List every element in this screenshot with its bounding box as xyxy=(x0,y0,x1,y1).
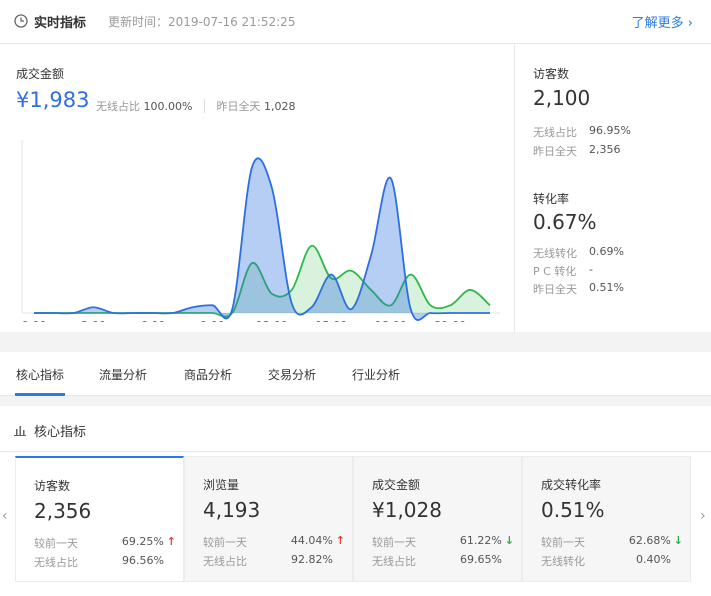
row-label: 无线转化 xyxy=(533,247,577,260)
row-label: 较前一天 xyxy=(34,537,78,550)
tab-traffic[interactable]: 流量分析 xyxy=(99,366,147,383)
row-label: 较前一天 xyxy=(203,536,247,549)
prev-arrow-icon[interactable]: ‹ xyxy=(2,508,8,524)
learn-more-link[interactable]: 了解更多 › xyxy=(632,12,693,31)
realtime-panel: 实时指标 更新时间：2019-07-16 21:52:25 了解更多 › 成交金… xyxy=(0,0,711,332)
card-label: 访客数 xyxy=(34,479,71,493)
x-tick-label: 9:00 xyxy=(200,319,225,322)
yesterday-label: 昨日全天 xyxy=(216,100,261,113)
row-label: 无线占比 xyxy=(203,555,247,568)
row-value: 0.40% xyxy=(636,553,671,566)
row-value: 0.69% xyxy=(589,245,624,258)
row-label: 昨日全天 xyxy=(533,145,577,158)
arrow-up-icon: ↑ xyxy=(166,535,176,548)
yesterday-value: 1,028 xyxy=(263,100,296,113)
clock-icon xyxy=(14,14,28,28)
row-label: 较前一天 xyxy=(541,536,585,549)
visitors-label: 访客数 xyxy=(533,67,570,81)
x-tick-label: 6:00 xyxy=(141,319,166,322)
metric-card-gmv[interactable]: 成交金额 ¥1,028 较前一天 61.22% ↓ 无线占比 69.65% xyxy=(353,456,522,582)
conversion-row: P C 转化 - xyxy=(533,263,703,279)
row-value: 2,356 xyxy=(589,143,621,156)
card-row: 较前一天 69.25% ↑ xyxy=(34,535,176,551)
arrow-up-icon: ↑ xyxy=(335,534,345,547)
row-label: 无线占比 xyxy=(34,556,78,569)
card-row: 较前一天 62.68% ↓ xyxy=(541,534,683,550)
x-tick-label: 21:00 xyxy=(434,319,466,322)
core-header: 核心指标 xyxy=(0,406,711,452)
row-value: 62.68% ↓ xyxy=(628,534,683,547)
card-row: 无线占比 69.65% xyxy=(372,553,514,569)
analysis-tabs: 核心指标 流量分析 商品分析 交易分析 行业分析 xyxy=(0,352,711,396)
row-value: 0.51% xyxy=(589,281,624,294)
card-value: ¥1,028 xyxy=(372,498,442,522)
x-tick-label: 0:00 xyxy=(22,319,47,322)
bar-chart-icon xyxy=(14,426,26,436)
card-label: 成交金额 xyxy=(372,478,421,492)
row-value: 69.65% xyxy=(460,553,502,566)
metric-card-visitors[interactable]: 访客数 2,356 较前一天 69.25% ↑ 无线占比 96.56% xyxy=(15,456,184,582)
card-value: 0.51% xyxy=(541,498,605,522)
core-title: 核心指标 xyxy=(34,425,87,440)
conversion-row: 无线转化 0.69% xyxy=(533,245,703,261)
conversion-row: 昨日全天 0.51% xyxy=(533,281,703,297)
row-value: 61.22% ↓ xyxy=(459,534,514,547)
tab-product[interactable]: 商品分析 xyxy=(184,366,232,383)
arrow-down-icon: ↓ xyxy=(504,534,514,547)
row-value: 96.56% xyxy=(122,554,164,567)
gmv-label: 成交金额 xyxy=(16,67,65,81)
next-arrow-icon[interactable]: › xyxy=(700,508,706,524)
metric-card-pageviews[interactable]: 浏览量 4,193 较前一天 44.04% ↑ 无线占比 92.82% xyxy=(184,456,353,582)
gmv-section: 成交金额 ¥1,983 无线占比 100.00% 昨日全天 1,028 0:00… xyxy=(0,44,514,332)
gmv-meta: 无线占比 100.00% 昨日全天 1,028 xyxy=(96,98,295,114)
metric-card-conversion[interactable]: 成交转化率 0.51% 较前一天 62.68% ↓ 无线转化 0.40% xyxy=(522,456,691,582)
x-tick-label: 3:00 xyxy=(81,319,106,322)
right-metrics: 访客数 2,100 无线占比 96.95% 昨日全天 2,356 转化率 0.6… xyxy=(514,44,711,332)
card-row: 无线转化 0.40% xyxy=(541,553,683,569)
row-value: - xyxy=(589,263,593,276)
row-label: 无线转化 xyxy=(541,555,585,568)
card-row: 较前一天 61.22% ↓ xyxy=(372,534,514,550)
visitors-row: 昨日全天 2,356 xyxy=(533,143,703,159)
card-row: 无线占比 92.82% xyxy=(203,553,345,569)
row-label: 较前一天 xyxy=(372,536,416,549)
x-tick-label: 18:00 xyxy=(375,319,407,322)
card-value: 2,356 xyxy=(34,499,92,523)
card-row: 无线占比 96.56% xyxy=(34,554,176,570)
row-value: 44.04% ↑ xyxy=(290,534,345,547)
row-label: 昨日全天 xyxy=(533,283,577,296)
row-value: 96.95% xyxy=(589,124,631,137)
update-time: 更新时间：2019-07-16 21:52:25 xyxy=(108,15,296,29)
tab-trade[interactable]: 交易分析 xyxy=(268,366,316,383)
realtime-title: 实时指标 xyxy=(34,16,87,31)
card-label: 浏览量 xyxy=(203,478,240,492)
card-label: 成交转化率 xyxy=(541,478,602,492)
tab-underline xyxy=(15,393,65,396)
card-value: 4,193 xyxy=(203,498,261,522)
row-value: 69.25% ↑ xyxy=(121,535,176,548)
visitors-value: 2,100 xyxy=(533,86,591,110)
x-tick-label: 15:00 xyxy=(316,319,348,322)
row-label: 无线占比 xyxy=(372,555,416,568)
row-value: 92.82% xyxy=(291,553,333,566)
arrow-down-icon: ↓ xyxy=(673,534,683,547)
tab-industry[interactable]: 行业分析 xyxy=(352,366,400,383)
row-label: 无线占比 xyxy=(533,126,577,139)
conversion-label: 转化率 xyxy=(533,192,570,206)
divider xyxy=(203,99,205,113)
realtime-header: 实时指标 更新时间：2019-07-16 21:52:25 了解更多 › xyxy=(0,0,711,44)
core-panel: 核心指标 访客数 2,356 较前一天 69.25% ↑ 无线占比 96.56% … xyxy=(0,406,711,596)
row-label: P C 转化 xyxy=(533,265,577,278)
tab-core[interactable]: 核心指标 xyxy=(16,366,64,383)
wireless-share-value: 100.00% xyxy=(143,100,193,113)
visitors-row: 无线占比 96.95% xyxy=(533,124,703,140)
wireless-share-label: 无线占比 xyxy=(96,100,140,113)
gmv-value: ¥1,983 xyxy=(16,88,90,112)
x-tick-label: 12:00 xyxy=(256,319,288,322)
conversion-value: 0.67% xyxy=(533,210,597,234)
gmv-chart: 0:003:006:009:0012:0015:0018:0021:00今天昨天 xyxy=(21,140,500,322)
card-row: 较前一天 44.04% ↑ xyxy=(203,534,345,550)
